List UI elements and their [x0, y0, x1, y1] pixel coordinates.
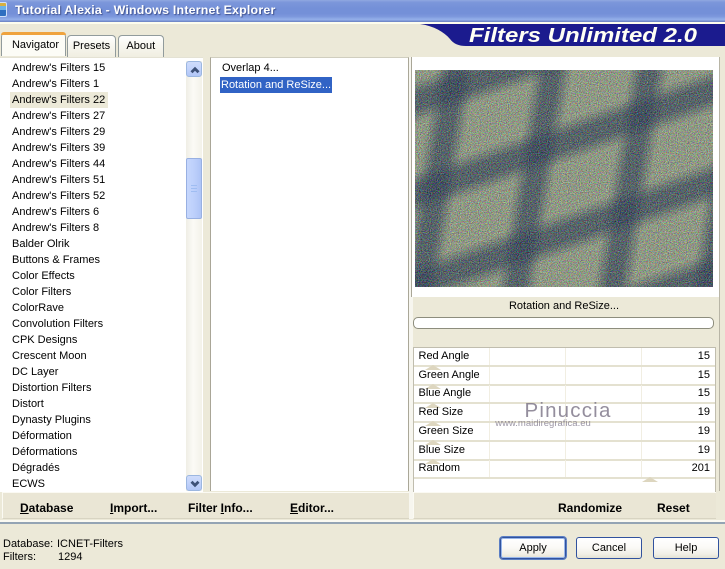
svg-text:Filters Unlimited 2.0: Filters Unlimited 2.0	[469, 25, 697, 46]
